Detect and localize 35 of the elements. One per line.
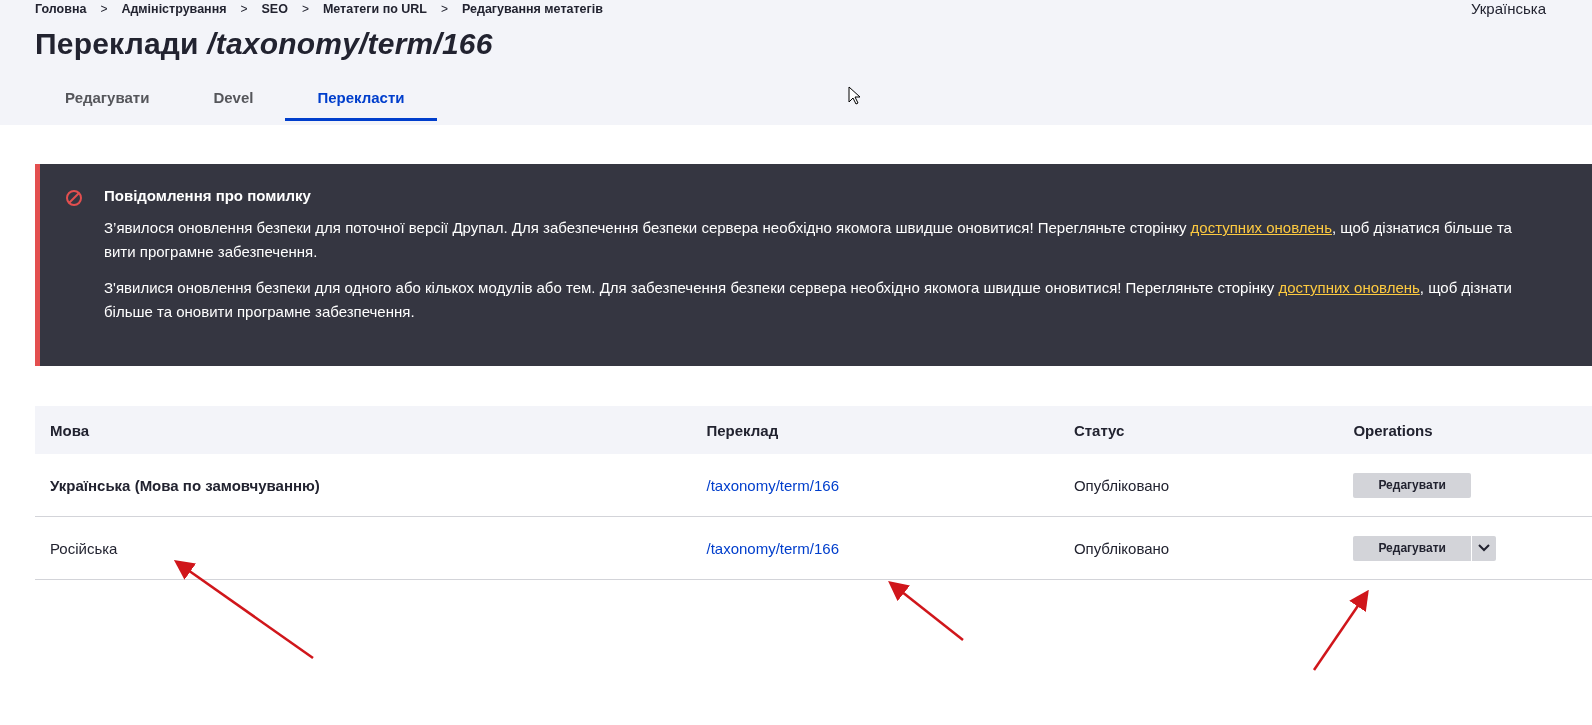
table-cell: Опубліковано: [1058, 516, 1339, 580]
table-cell: Російська: [35, 516, 692, 580]
updates-link[interactable]: доступних оновлень: [1278, 279, 1420, 296]
edit-button[interactable]: Редагувати: [1353, 535, 1471, 561]
page-title: Переклади /taxonomy/term/166: [35, 27, 494, 61]
column-header: Мова: [35, 406, 692, 454]
column-header: Operations: [1338, 406, 1592, 454]
tab[interactable]: Перекласти: [285, 79, 437, 121]
table-cell: Українська (Мова по замовчуванню): [35, 454, 692, 517]
breadcrumb-link[interactable]: Головна: [35, 2, 87, 16]
breadcrumb-separator: >: [441, 2, 448, 16]
chevron-down-icon: [1477, 544, 1490, 552]
breadcrumb-link[interactable]: Редагування метатегів: [462, 2, 603, 16]
language-link[interactable]: Українська: [1470, 0, 1546, 17]
breadcrumb-link[interactable]: SEO: [261, 2, 288, 16]
message-title: Повідомлення про помилку: [104, 187, 312, 204]
message-text: З’явилося оновлення безпеки для поточної версії Друпал. Для забезпечення безпеки сервера необхідно якомога швидше оновитися! Перегляньте сторінку доступних оновлень, щоб дізнатися більше та вити програмне забезпечення.: [104, 218, 1512, 262]
prohibited-icon: [65, 189, 83, 207]
tab[interactable]: Devel: [181, 79, 286, 121]
message-text: З'явилися оновлення безпеки для одного або кількох модулів або тем. Для забезпечення безпеки сервера необхідно якомога швидше оновитися! Перегляньте сторінку доступних оновлень, щоб дізнати більше та оновити програмне забезпечення.: [104, 278, 1512, 322]
breadcrumb-separator: >: [240, 2, 248, 16]
dropdown-toggle[interactable]: [1470, 535, 1496, 561]
breadcrumb-separator: >: [100, 2, 108, 16]
table-cell: Опубліковано: [1058, 454, 1339, 517]
translation-link[interactable]: /taxonomy/term/166: [706, 476, 840, 494]
column-header: Статус: [1058, 406, 1339, 454]
breadcrumb-link[interactable]: Адміністрування: [121, 2, 227, 16]
tab[interactable]: Редагувати: [33, 79, 182, 121]
breadcrumb-separator: >: [301, 2, 309, 16]
translation-link[interactable]: /taxonomy/term/166: [706, 539, 840, 557]
mouse-cursor-icon: [848, 86, 862, 106]
column-header: Переклад: [691, 406, 1059, 454]
edit-button[interactable]: Редагувати: [1353, 472, 1471, 498]
breadcrumb-link[interactable]: Метатеги по URL: [322, 2, 427, 16]
updates-link[interactable]: доступних оновлень: [1190, 219, 1332, 236]
